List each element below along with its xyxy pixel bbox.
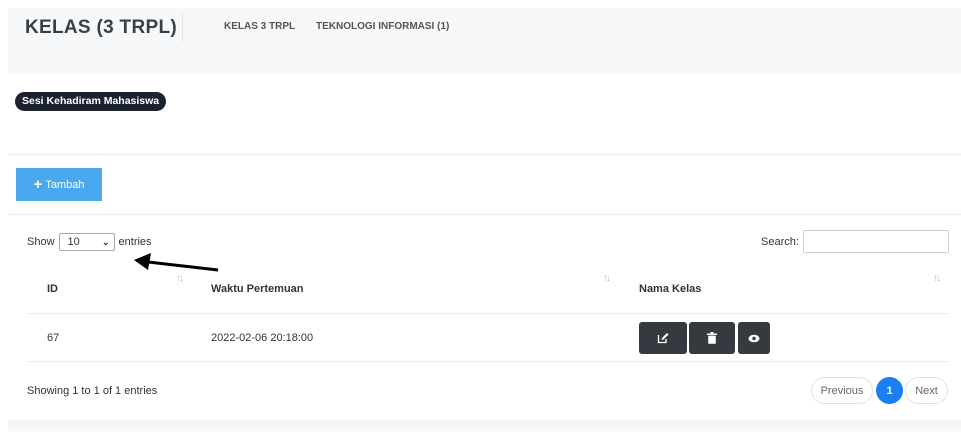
delete-button[interactable]: [689, 322, 735, 354]
page-title: KELAS (3 TRPL): [25, 17, 177, 38]
page-footer: [8, 420, 961, 432]
pagination-page-1[interactable]: 1: [876, 377, 903, 404]
divider: [8, 214, 961, 215]
page-length-control: Show 10 ⌄ entries: [27, 233, 152, 251]
plus-icon: +: [33, 176, 43, 193]
breadcrumb-kelas[interactable]: KELAS 3 TRPL: [224, 21, 295, 32]
column-header-id[interactable]: ID: [47, 283, 58, 295]
search-input[interactable]: [803, 230, 949, 253]
column-header-waktu[interactable]: Waktu Pertemuan: [211, 283, 304, 295]
page-header: KELAS (3 TRPL) KELAS 3 TRPL TEKNOLOGI IN…: [8, 8, 961, 74]
page-length-value: 10: [67, 236, 80, 248]
table-bottom-border: [27, 361, 949, 362]
entries-label: entries: [118, 236, 152, 248]
sort-icon: ↑↓: [176, 273, 184, 284]
trash-icon: [707, 332, 717, 344]
page-length-select[interactable]: 10 ⌄: [58, 233, 115, 251]
edit-icon: [657, 333, 669, 344]
sort-icon: ↑↓: [603, 273, 611, 284]
header-divider: [182, 12, 183, 42]
add-button[interactable]: + Tambah: [16, 168, 102, 201]
sort-icon: ↑↓: [933, 273, 941, 284]
cell-id: 67: [47, 332, 60, 344]
session-badge: Sesi Kehadiram Mahasiswa: [15, 92, 167, 111]
breadcrumb-matkul[interactable]: TEKNOLOGI INFORMASI (1): [316, 21, 449, 32]
chevron-down-icon: ⌄: [101, 236, 110, 247]
eye-icon: [748, 334, 760, 342]
table-info: Showing 1 to 1 of 1 entries: [27, 385, 158, 397]
edit-button[interactable]: [639, 322, 687, 354]
divider: [8, 154, 961, 155]
add-button-label: Tambah: [45, 178, 85, 191]
table-header-border: [27, 313, 949, 314]
pagination-next[interactable]: Next: [905, 377, 948, 404]
column-header-nama-kelas[interactable]: Nama Kelas: [639, 283, 701, 295]
view-button[interactable]: [738, 322, 770, 354]
search-label: Search:: [761, 236, 799, 248]
cell-waktu: 2022-02-06 20:18:00: [211, 332, 314, 344]
show-label: Show: [27, 236, 55, 248]
pagination-previous[interactable]: Previous: [811, 377, 873, 404]
